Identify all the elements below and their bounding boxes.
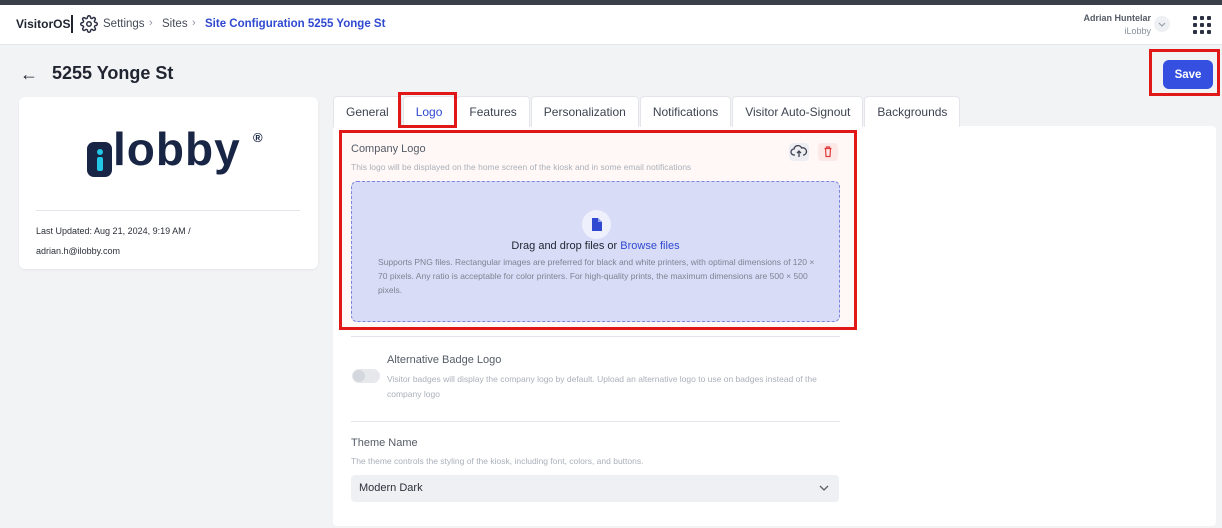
gear-icon: [80, 15, 98, 33]
logo-i-mark: [87, 142, 112, 177]
file-requirements: Supports PNG files. Rectangular images a…: [378, 257, 815, 295]
chevron-right-icon: ›: [149, 17, 153, 29]
back-arrow-icon[interactable]: ←: [20, 64, 38, 85]
site-logo: lobby ®: [84, 123, 268, 180]
last-updated: Last Updated: Aug 21, 2024, 9:19 AM /: [36, 226, 191, 236]
badge-logo-title: Alternative Badge Logo: [387, 354, 502, 366]
trash-icon[interactable]: [818, 143, 838, 161]
user-name: Adrian Huntelar: [1083, 13, 1151, 23]
theme-title: Theme Name: [351, 437, 418, 449]
updated-by-email: adrian.h@ilobby.com: [36, 246, 121, 256]
tab-features[interactable]: Features: [456, 96, 530, 127]
chevron-down-icon: [819, 485, 829, 491]
theme-description: The theme controls the styling of the ki…: [351, 456, 644, 466]
tab-notifications[interactable]: Notifications: [639, 96, 732, 127]
theme-select-value: Modern Dark: [359, 482, 423, 494]
tab-personalization[interactable]: Personalization: [530, 96, 639, 127]
tab-backgrounds[interactable]: Backgrounds: [864, 96, 961, 127]
badge-logo-toggle[interactable]: [352, 369, 380, 383]
brand-name[interactable]: VisitorOS: [16, 17, 70, 31]
save-button[interactable]: Save: [1163, 60, 1213, 89]
badge-logo-description: Visitor badges will display the company …: [387, 374, 817, 399]
logo-wordmark: lobby: [113, 123, 241, 175]
logo-registered-mark: ®: [253, 130, 263, 145]
logo-tab-highlight: [398, 92, 457, 128]
section-divider: [351, 421, 840, 422]
user-menu-chevron-icon[interactable]: [1154, 16, 1170, 32]
user-org: iLobby: [1124, 26, 1151, 36]
company-logo-title: Company Logo: [351, 143, 426, 155]
tab-visitor-auto-signout[interactable]: Visitor Auto-Signout: [732, 96, 864, 127]
dropzone-instructions: Drag and drop files or Browse files: [511, 240, 680, 252]
breadcrumb-sites[interactable]: Sites: [162, 18, 188, 30]
page-title: 5255 Yonge St: [52, 63, 174, 83]
breadcrumb-current: Site Configuration 5255 Yonge St: [205, 18, 386, 30]
apps-grid-icon[interactable]: [1193, 16, 1211, 34]
top-header: VisitorOS Settings › Sites › Site Config…: [0, 5, 1222, 45]
card-divider: [36, 210, 300, 211]
browse-files-link[interactable]: Browse files: [620, 240, 679, 252]
upload-cloud-icon[interactable]: [789, 143, 809, 161]
breadcrumb-settings[interactable]: Settings: [103, 18, 145, 30]
file-icon: [582, 210, 611, 239]
theme-select[interactable]: Modern Dark: [351, 475, 839, 502]
tab-general[interactable]: General: [333, 96, 402, 127]
company-logo-description: This logo will be displayed on the home …: [351, 162, 692, 172]
chevron-right-icon: ›: [192, 17, 196, 29]
section-divider: [351, 336, 840, 337]
brand-divider: [71, 15, 73, 33]
